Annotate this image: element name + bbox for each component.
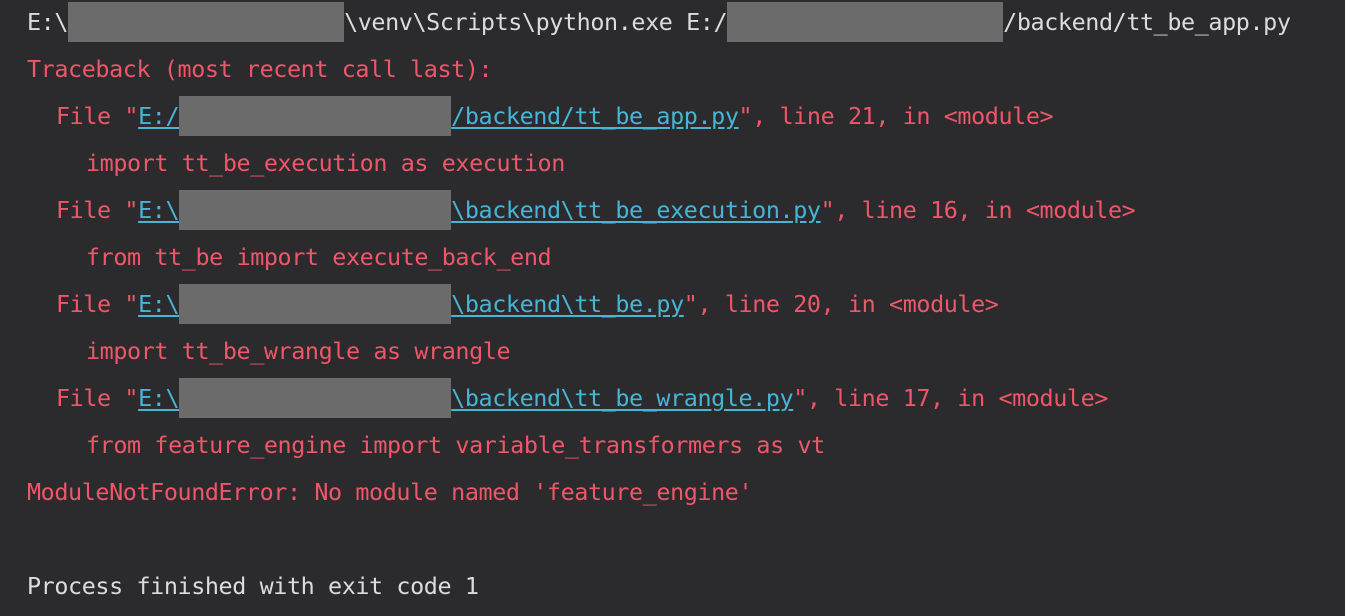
command-drive: E:\ (27, 8, 69, 36)
traceback-frame-file: File "E://backend/tt_be_app.py", line 21… (56, 96, 1054, 136)
redaction-block (179, 96, 452, 136)
command-line: E:\ \venv\Scripts\python.exe E:/ /backend/… (27, 2, 1291, 42)
frame-prefix: File " (56, 196, 139, 224)
frame-suffix: ", line 16, in <module> (820, 196, 1136, 224)
file-link[interactable]: E:\ \backend\tt_be_wrangle.py (138, 378, 794, 418)
redaction-block (68, 2, 345, 42)
frame-prefix: File " (56, 290, 139, 318)
frame-prefix: File " (56, 102, 139, 130)
command-venv-path: \venv\Scripts\python.exe E:/ (344, 8, 728, 36)
traceback-frame-code: from feature_engine import variable_tran… (86, 431, 825, 459)
command-script-path: /backend/tt_be_app.py (1003, 8, 1291, 36)
redaction-block (179, 190, 452, 230)
frame-suffix: ", line 20, in <module> (683, 290, 999, 318)
traceback-frame-file: File "E:\ \backend\tt_be_wrangle.py", lin… (56, 378, 1108, 418)
traceback-frame-code: import tt_be_wrangle as wrangle (86, 337, 511, 365)
frame-suffix: ", line 17, in <module> (793, 384, 1108, 412)
file-link[interactable]: E:\ \backend\tt_be_execution.py (138, 190, 821, 230)
redaction-block (179, 284, 452, 324)
run-console: E:\ \venv\Scripts\python.exe E:/ /backend/… (0, 0, 1345, 616)
redaction-block (727, 2, 1004, 42)
file-link[interactable]: E:\ \backend\tt_be.py (138, 284, 684, 324)
file-link[interactable]: E://backend/tt_be_app.py (138, 96, 739, 136)
error-message: ModuleNotFoundError: No module named 'fe… (27, 478, 753, 506)
traceback-frame-file: File "E:\ \backend\tt_be.py", line 20, in… (56, 284, 999, 324)
frame-suffix: ", line 21, in <module> (738, 102, 1054, 130)
traceback-frame-code: from tt_be import execute_back_end (86, 243, 552, 271)
redaction-block (179, 378, 452, 418)
traceback-frame-file: File "E:\ \backend\tt_be_execution.py", l… (56, 190, 1136, 230)
frame-prefix: File " (56, 384, 139, 412)
traceback-header: Traceback (most recent call last): (27, 55, 493, 83)
exit-message: Process finished with exit code 1 (27, 572, 479, 600)
traceback-frame-code: import tt_be_execution as execution (86, 149, 565, 177)
